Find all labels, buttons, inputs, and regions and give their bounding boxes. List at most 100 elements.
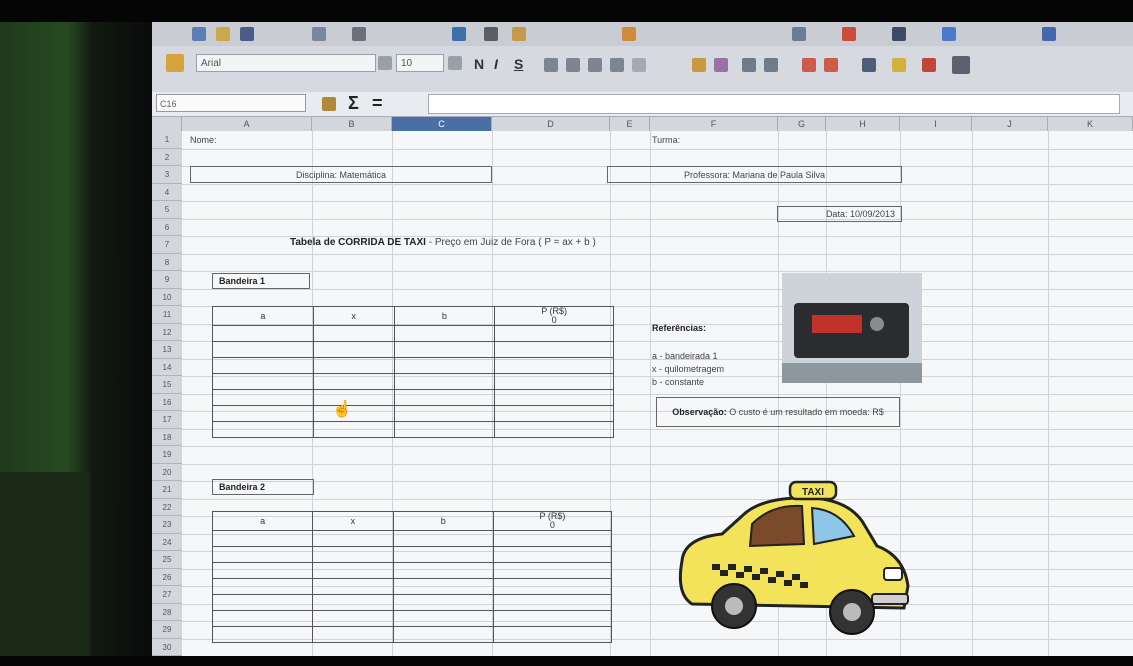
background-color-icon[interactable] xyxy=(892,58,906,72)
row-header[interactable]: 12 xyxy=(152,323,182,341)
row-header[interactable]: 10 xyxy=(152,288,182,306)
column-header-g[interactable]: G xyxy=(778,117,826,131)
align-center-icon[interactable] xyxy=(566,58,580,72)
table-cell[interactable] xyxy=(211,578,314,595)
new-document-icon[interactable] xyxy=(192,27,206,41)
column-header-k[interactable]: K xyxy=(1048,117,1133,131)
table-cell[interactable] xyxy=(392,562,494,579)
table-cell[interactable] xyxy=(393,389,496,406)
table-cell[interactable] xyxy=(492,626,613,643)
percent-icon[interactable] xyxy=(714,58,728,72)
table-cell[interactable] xyxy=(494,389,614,406)
underline-button[interactable]: S xyxy=(514,56,523,72)
table-cell[interactable] xyxy=(392,546,494,563)
justify-icon[interactable] xyxy=(610,58,624,72)
table-cell[interactable] xyxy=(211,562,314,579)
table-cell[interactable] xyxy=(392,578,494,595)
table-cell[interactable] xyxy=(392,626,494,643)
row-header[interactable]: 5 xyxy=(152,201,182,219)
formula-input[interactable] xyxy=(428,94,1120,114)
formula-icon[interactable]: = xyxy=(372,93,383,114)
column-header-j[interactable]: J xyxy=(972,117,1048,131)
table-cell[interactable] xyxy=(312,341,395,358)
edit-icon[interactable] xyxy=(312,27,326,41)
merge-cells-icon[interactable] xyxy=(632,58,646,72)
row-header[interactable]: 29 xyxy=(152,621,182,639)
table-cell[interactable] xyxy=(312,389,395,406)
row-header[interactable]: 26 xyxy=(152,568,182,586)
column-header-a[interactable]: A xyxy=(182,117,312,131)
italic-button[interactable]: I xyxy=(494,56,498,72)
table-header-cell[interactable]: x xyxy=(312,306,395,326)
table-cell[interactable] xyxy=(392,530,494,547)
navigator-icon[interactable] xyxy=(892,27,906,41)
table-cell[interactable] xyxy=(212,405,314,422)
table-cell[interactable] xyxy=(492,530,613,547)
font-size-select[interactable]: 10 xyxy=(396,54,444,72)
bold-button[interactable]: N xyxy=(474,56,484,72)
table-cell[interactable] xyxy=(211,530,314,547)
align-left-icon[interactable] xyxy=(544,58,558,72)
undo-icon[interactable] xyxy=(622,27,636,41)
table-cell[interactable] xyxy=(312,562,394,579)
table-cell[interactable] xyxy=(211,626,314,643)
row-header[interactable]: 13 xyxy=(152,341,182,359)
row-header[interactable]: 6 xyxy=(152,218,182,236)
name-box[interactable]: C16 xyxy=(156,94,306,112)
row-header[interactable]: 28 xyxy=(152,603,182,621)
table-cell[interactable] xyxy=(494,405,614,422)
table-header-cell[interactable]: P (R$) 0 xyxy=(492,511,613,531)
table-cell[interactable] xyxy=(492,546,613,563)
table-header-cell[interactable]: x xyxy=(312,511,394,531)
column-header-d[interactable]: D xyxy=(492,117,610,131)
table-cell[interactable] xyxy=(393,341,496,358)
table-cell[interactable] xyxy=(312,373,395,390)
table-cell[interactable] xyxy=(312,610,394,627)
save-icon[interactable] xyxy=(240,27,254,41)
font-dropdown-icon[interactable] xyxy=(378,56,392,70)
row-header[interactable]: 23 xyxy=(152,516,182,534)
gallery-icon[interactable] xyxy=(942,27,956,41)
align-right-icon[interactable] xyxy=(588,58,602,72)
styles-icon[interactable] xyxy=(166,54,184,72)
spellcheck-icon[interactable] xyxy=(452,27,466,41)
table-cell[interactable] xyxy=(393,421,496,438)
table-cell[interactable] xyxy=(312,626,394,643)
table-cell[interactable] xyxy=(312,546,394,563)
table-cell[interactable] xyxy=(494,421,614,438)
row-header[interactable]: 18 xyxy=(152,428,182,446)
help-icon[interactable] xyxy=(1042,27,1056,41)
column-header-e[interactable]: E xyxy=(610,117,650,131)
column-header-c[interactable]: C xyxy=(392,117,492,131)
borders-icon[interactable] xyxy=(862,58,876,72)
cell-grid[interactable]: Nome: Turma: Disciplina: Matemática Prof… xyxy=(182,131,1133,656)
row-header[interactable]: 19 xyxy=(152,446,182,464)
column-header-i[interactable]: I xyxy=(900,117,972,131)
row-header[interactable]: 7 xyxy=(152,236,182,254)
chart-icon[interactable] xyxy=(842,27,856,41)
sort-icon[interactable] xyxy=(792,27,806,41)
font-name-select[interactable]: Arial xyxy=(196,54,376,72)
currency-icon[interactable] xyxy=(692,58,706,72)
table-cell[interactable] xyxy=(212,373,314,390)
row-header[interactable]: 2 xyxy=(152,148,182,166)
table-cell[interactable] xyxy=(312,421,395,438)
table-cell[interactable] xyxy=(212,341,314,358)
row-header[interactable]: 8 xyxy=(152,253,182,271)
table-cell[interactable] xyxy=(312,405,395,422)
row-header[interactable]: 25 xyxy=(152,551,182,569)
table-cell[interactable] xyxy=(494,325,614,342)
indent-decrease-icon[interactable] xyxy=(802,58,816,72)
decimal-remove-icon[interactable] xyxy=(764,58,778,72)
row-header[interactable]: 15 xyxy=(152,376,182,394)
table-cell[interactable] xyxy=(212,325,314,342)
table-cell[interactable] xyxy=(212,389,314,406)
table-cell[interactable] xyxy=(312,325,395,342)
table-cell[interactable] xyxy=(212,421,314,438)
row-header[interactable]: 20 xyxy=(152,463,182,481)
row-header[interactable]: 16 xyxy=(152,393,182,411)
row-header[interactable]: 30 xyxy=(152,638,182,656)
table-cell[interactable] xyxy=(212,357,314,374)
bandeira1-table[interactable]: a x b P (R$) 0 xyxy=(212,306,614,438)
size-dropdown-icon[interactable] xyxy=(448,56,462,70)
